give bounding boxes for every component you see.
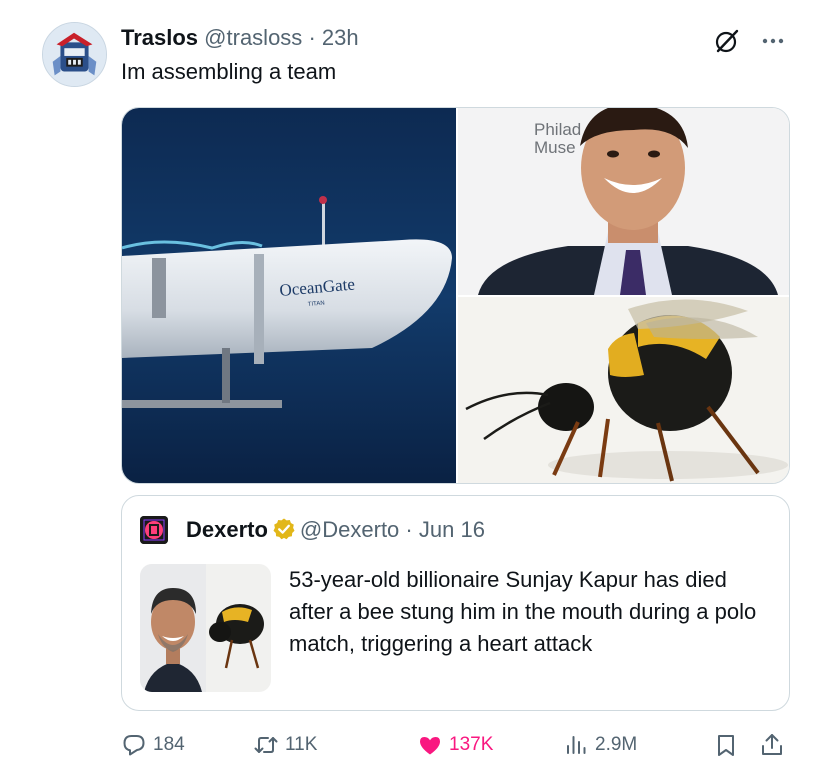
person-image[interactable]: Philad Muse [458,108,789,295]
tweet-header: Traslos @trasloss · 23h [121,24,359,52]
reply-button[interactable]: 184 [121,732,185,758]
share-icon [762,734,782,755]
views-icon [567,736,586,754]
grok-icon[interactable] [712,26,742,56]
verified-gold-icon [273,518,295,540]
reply-icon [123,735,145,756]
quote-date[interactable]: Jun 16 [419,517,485,542]
action-bar: 184 11K 137K 2.9M [121,728,790,764]
bookmark-button[interactable] [713,732,739,758]
like-button[interactable]: 137K [417,732,493,758]
bee-image[interactable] [458,297,789,483]
reply-count: 184 [153,734,185,755]
more-icon[interactable] [757,26,789,56]
timestamp[interactable]: 23h [322,25,359,50]
retweet-count: 11K [285,734,318,755]
display-name[interactable]: Traslos [121,25,198,50]
backdrop-text-2: Muse [534,138,576,157]
tweet-text: Im assembling a team [121,59,337,84]
submarine-image[interactable]: OceanGate TITAN [122,108,456,483]
retweet-icon [254,737,278,753]
user-handle[interactable]: @trasloss [204,25,302,50]
views-button[interactable]: 2.9M [563,732,637,758]
quote-display-name[interactable]: Dexerto [186,517,268,542]
backdrop-text-1: Philad [534,120,581,139]
share-button[interactable] [759,732,785,758]
quoted-tweet[interactable]: Dexerto @Dexerto · Jun 16 53-year-old bi… [121,495,790,711]
retweet-button[interactable]: 11K [253,732,317,758]
views-count: 2.9M [595,734,638,755]
bookmark-icon [718,735,734,756]
quote-separator: · [405,517,413,542]
quote-handle[interactable]: @Dexerto [300,517,399,542]
avatar[interactable] [42,22,107,87]
media-grid: OceanGate TITAN Philad Muse [121,107,790,484]
quote-text: 53-year-old billionaire Sunjay Kapur has… [289,567,757,656]
tweet-card[interactable]: Traslos @trasloss · 23h Im assembling a … [0,0,832,776]
separator-dot: · [308,25,316,50]
like-count: 137K [449,734,494,755]
quote-thumbnail[interactable] [140,564,271,692]
quote-header: Dexerto @Dexerto · Jun 16 [186,516,485,544]
heart-icon [420,737,440,755]
dexerto-logo-icon [140,516,168,544]
